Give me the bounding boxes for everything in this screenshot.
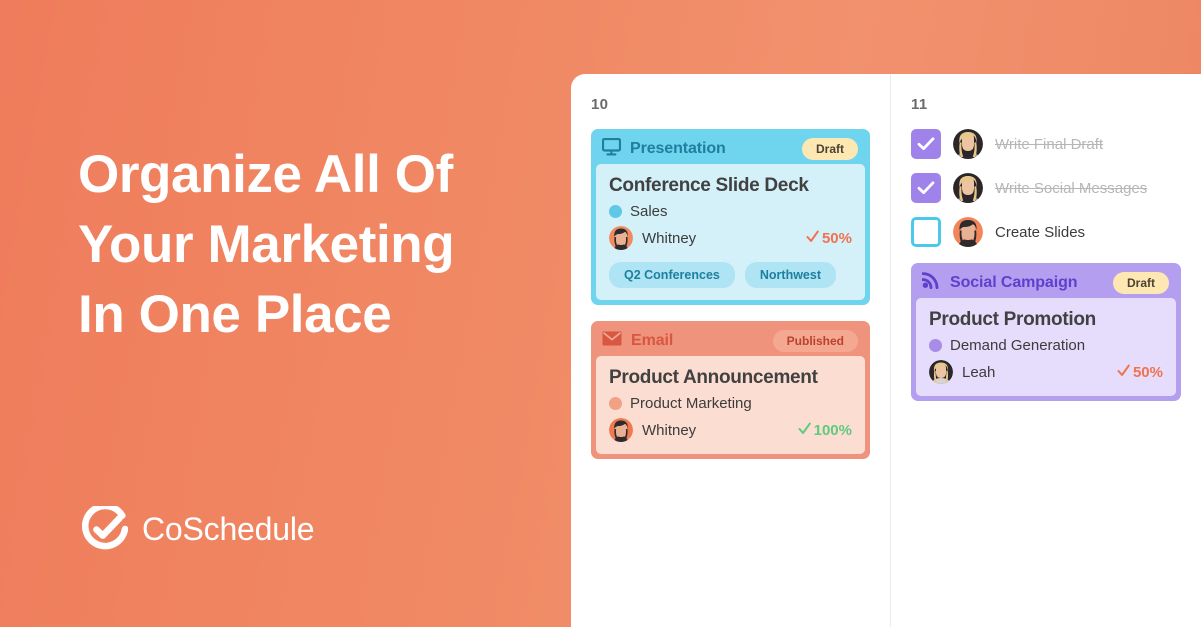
calendar-panel: 10 Presentation Draft Conference Slide D…: [571, 74, 1201, 627]
hero-copy: Organize All Of Your Marketing In One Pl…: [78, 140, 548, 350]
project-name: Sales: [630, 203, 668, 220]
brand-name: CoSchedule: [142, 510, 315, 547]
task-checkbox[interactable]: [911, 129, 941, 159]
task-label: Write Final Draft: [995, 135, 1104, 153]
project-row: Demand Generation: [929, 337, 1163, 354]
owner-name: Whitney: [642, 229, 697, 247]
status-badge[interactable]: Published: [772, 330, 858, 352]
envelope-icon: [602, 331, 622, 351]
calendar-column-10: 10 Presentation Draft Conference Slide D…: [571, 74, 890, 627]
card-body: Product Announcement Product Marketing W…: [596, 356, 865, 454]
content-card-email[interactable]: Email Published Product Announcement Pro…: [591, 321, 870, 459]
headline-line-2: Your Marketing: [78, 215, 455, 274]
progress-value: 50%: [821, 229, 852, 247]
owner-row: Whitney 50%: [609, 226, 852, 250]
progress-indicator: 50%: [806, 230, 852, 247]
check-icon: [798, 422, 811, 439]
project-name: Product Marketing: [630, 395, 752, 412]
project-row: Sales: [609, 203, 852, 220]
avatar-dark-hair-woman: [609, 418, 633, 442]
task-checkbox[interactable]: [911, 173, 941, 203]
tag-chip[interactable]: Q2 Conferences: [609, 262, 735, 288]
card-type-label: Presentation: [630, 140, 726, 157]
project-color-dot: [609, 205, 622, 218]
card-title: Product Promotion: [929, 309, 1096, 330]
task-label: Write Social Messages: [995, 179, 1148, 197]
promo-graphic: Organize All Of Your Marketing In One Pl…: [0, 0, 1201, 627]
owner-row: Leah 50%: [929, 360, 1163, 384]
owner-row: Whitney 100%: [609, 418, 852, 442]
avatar-blonde-woman: [929, 360, 953, 384]
progress-indicator: 100%: [798, 422, 852, 439]
content-card-presentation[interactable]: Presentation Draft Conference Slide Deck…: [591, 129, 870, 305]
avatar-blonde-woman: [953, 129, 983, 159]
list-item[interactable]: Write Final Draft: [911, 129, 1181, 159]
list-item[interactable]: Write Social Messages: [911, 173, 1181, 203]
task-label: Create Slides: [995, 223, 1086, 241]
task-checkbox[interactable]: [911, 217, 941, 247]
check-icon: [806, 230, 819, 247]
card-header: Presentation Draft: [596, 134, 865, 164]
tag-chip[interactable]: Northwest: [744, 262, 836, 288]
project-color-dot: [609, 397, 622, 410]
progress-value: 100%: [813, 421, 852, 439]
card-title: Conference Slide Deck: [609, 175, 809, 196]
list-item[interactable]: Create Slides: [911, 217, 1181, 247]
calendar-column-11: 11 Write Final Draft Write Social Messag…: [890, 74, 1201, 627]
project-row: Product Marketing: [609, 395, 852, 412]
page-title: Organize All Of Your Marketing In One Pl…: [78, 140, 548, 350]
headline-line-3: In One Place: [78, 285, 392, 344]
progress-indicator: 50%: [1117, 364, 1163, 381]
card-type-label: Social Campaign: [950, 274, 1078, 291]
status-badge[interactable]: Draft: [801, 138, 858, 160]
progress-value: 50%: [1132, 363, 1163, 381]
card-type-label: Email: [631, 332, 674, 349]
brand-logo: CoSchedule: [81, 502, 315, 552]
content-card-social-campaign[interactable]: Social Campaign Draft Product Promotion …: [911, 263, 1181, 401]
card-body: Product Promotion Demand Generation Leah…: [916, 298, 1176, 396]
avatar-blonde-woman: [953, 173, 983, 203]
tag-row: Q2 Conferences Northwest: [609, 262, 852, 288]
headline-line-1: Organize All Of: [78, 145, 453, 204]
owner-name: Leah: [962, 363, 996, 381]
owner-name: Whitney: [642, 421, 697, 439]
avatar-dark-hair-woman: [609, 226, 633, 250]
presentation-monitor-icon: [601, 137, 622, 161]
rss-broadcast-icon: [921, 272, 941, 294]
project-name: Demand Generation: [950, 337, 1086, 354]
check-icon: [1117, 364, 1130, 381]
day-number: 10: [591, 96, 609, 113]
card-body: Conference Slide Deck Sales Whitney 50% …: [596, 164, 865, 300]
day-number: 11: [911, 96, 928, 113]
avatar-dark-hair-woman: [953, 217, 983, 247]
card-header: Social Campaign Draft: [916, 268, 1176, 298]
coschedule-check-circle-logo: [81, 502, 129, 552]
card-header: Email Published: [596, 326, 865, 356]
card-title: Product Announcement: [609, 367, 818, 388]
status-badge[interactable]: Draft: [1112, 272, 1169, 294]
project-color-dot: [929, 339, 942, 352]
